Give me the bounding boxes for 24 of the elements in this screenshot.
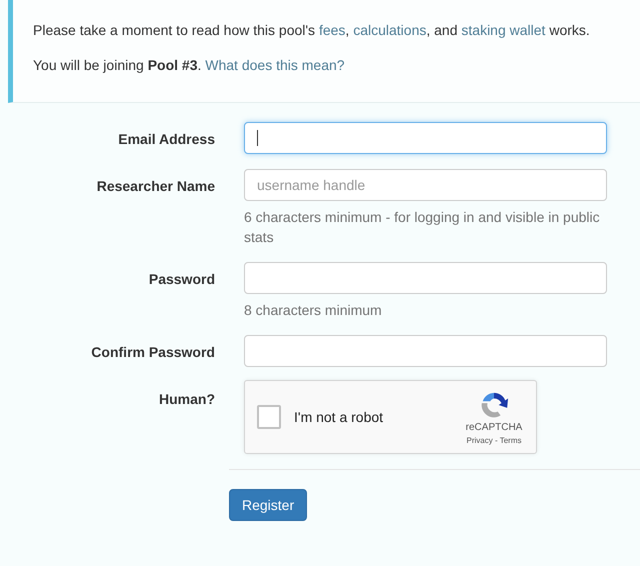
field-label: Confirm Password — [90, 343, 215, 362]
link[interactable]: calculations — [353, 22, 426, 38]
field-label: Human? — [158, 390, 215, 409]
input-field[interactable] — [244, 335, 607, 367]
link[interactable]: staking wallet — [461, 22, 546, 38]
input-field[interactable] — [244, 122, 607, 154]
captcha-brand: reCAPTCHA — [466, 422, 522, 432]
checkbox-label: I'm not a robot — [294, 409, 384, 425]
field-label: Researcher Name — [96, 177, 215, 196]
field-label: Email Address — [117, 130, 215, 149]
register-button[interactable]: Register — [229, 489, 308, 521]
checkbox[interactable] — [257, 405, 281, 429]
link[interactable]: fees — [318, 22, 346, 38]
input-field[interactable]: username handle — [244, 169, 607, 201]
help-text: 6 characters minimum - for logging in and visible in public stats — [244, 208, 601, 247]
text-cursor — [257, 130, 258, 146]
notice-text: Please take a moment to read how this pool's fees, calculations, and staking wallet works. — [33, 22, 591, 38]
notice-text: You will be joining Pool #3. What does this mean? — [33, 57, 346, 73]
link[interactable]: What does this mean? — [205, 57, 345, 73]
placeholder-text: username handle — [257, 177, 366, 193]
captcha-links: Privacy - Terms — [466, 436, 522, 444]
field-label: Password — [148, 270, 215, 289]
help-text: 8 characters minimum — [244, 301, 383, 320]
input-field[interactable] — [244, 262, 607, 294]
